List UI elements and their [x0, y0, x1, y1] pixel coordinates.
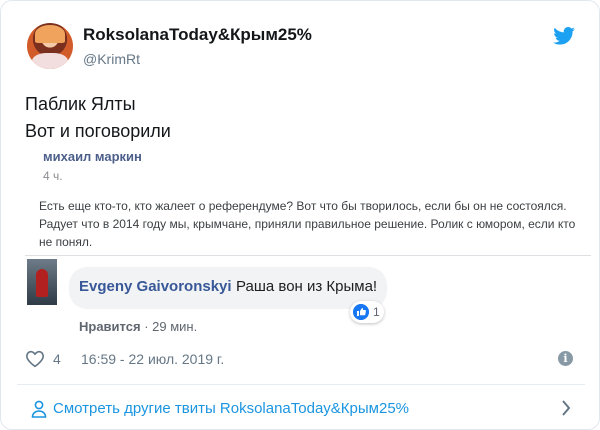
embedded-divider: [25, 255, 591, 256]
twitter-bird-icon[interactable]: [553, 27, 575, 45]
avatar-hat-shape: [35, 25, 65, 43]
author-avatar[interactable]: [27, 23, 73, 69]
commenter-figure-shape: [36, 269, 48, 297]
embedded-post-text: Есть еще кто-то, кто жалеет о референдум…: [39, 199, 576, 249]
reaction-badge: 1: [350, 301, 384, 323]
avatar-robe-shape: [32, 53, 68, 69]
like-count[interactable]: 4: [53, 351, 61, 367]
comment-bubble: Evgeny Gaivoronskyi Раша вон из Крыма!: [69, 267, 387, 309]
embedded-post-time: 4 ч.: [43, 169, 63, 183]
tweet-timestamp[interactable]: 16:59 - 22 июл. 2019 г.: [81, 351, 224, 367]
info-icon[interactable]: i: [558, 351, 573, 366]
author-display-name[interactable]: RoksolanaToday&Крым25%: [83, 25, 312, 45]
comment-like-label: Нравится: [79, 319, 141, 334]
embedded-tweet-card: RoksolanaToday&Крым25% @KrimRt Паблик Ял…: [0, 0, 600, 430]
comment-age: 29 мин.: [152, 319, 198, 334]
person-icon: [31, 400, 47, 418]
comment-text: Раша вон из Крыма!: [236, 278, 378, 295]
author-handle[interactable]: @KrimRt: [83, 51, 140, 67]
reaction-count: 1: [373, 305, 380, 319]
comment-meta: Нравится · 29 мин.: [79, 319, 197, 334]
more-tweets-link[interactable]: Смотреть другие твиты RoksolanaToday&Кры…: [1, 385, 599, 429]
tweet-line-1: Паблик Ялты: [25, 94, 136, 114]
embedded-post-author: михаил маркин: [43, 149, 142, 164]
chevron-right-icon: [562, 400, 571, 416]
thumbs-up-icon: [353, 304, 369, 320]
comment-author: Evgeny Gaivoronskyi: [79, 278, 232, 295]
commenter-avatar: [27, 259, 57, 305]
attached-screenshot[interactable]: михаил маркин 4 ч. Есть еще кто-то, кто …: [25, 141, 591, 341]
comment-meta-separator: ·: [144, 319, 149, 334]
heart-icon[interactable]: [25, 350, 45, 368]
tweet-body: Паблик Ялты Вот и поговорили: [25, 91, 171, 145]
tweet-footer: 4 16:59 - 22 июл. 2019 г. i: [25, 349, 577, 369]
more-tweets-label: Смотреть другие твиты RoksolanaToday&Кры…: [53, 400, 409, 417]
